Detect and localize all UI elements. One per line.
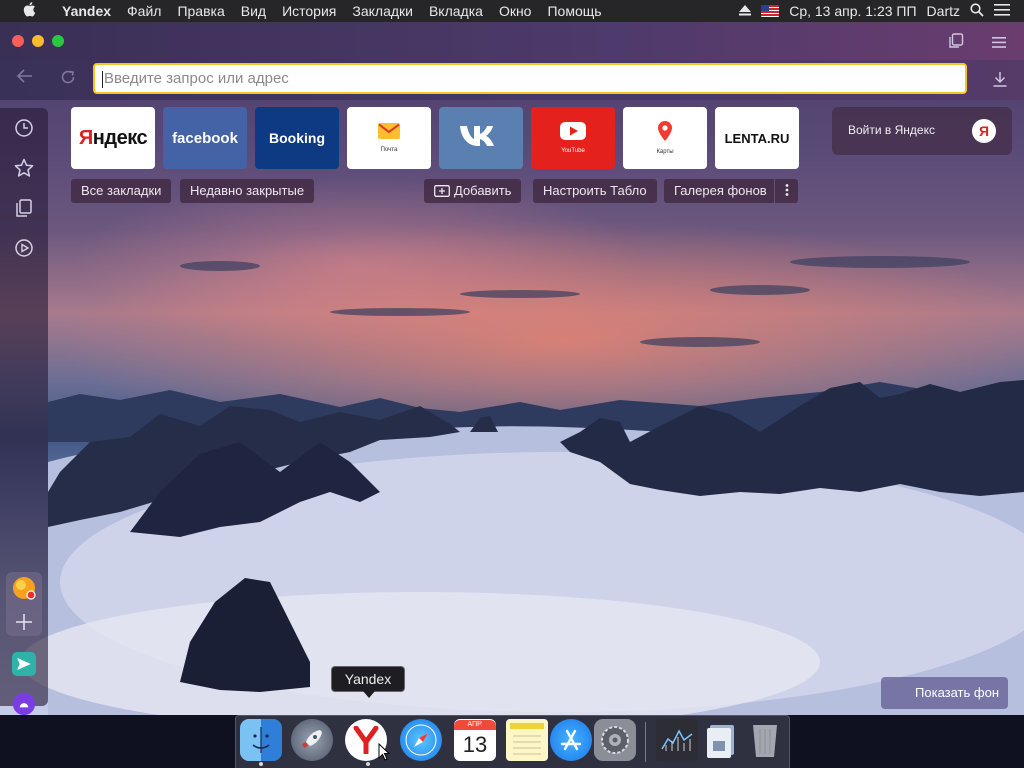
app-store-icon[interactable] (550, 719, 592, 761)
back-arrow-icon[interactable] (12, 68, 36, 89)
dock-tooltip: Yandex (331, 666, 405, 698)
address-input[interactable]: Введите запрос или адрес (93, 63, 967, 94)
tile-maps[interactable]: Карты (623, 107, 707, 169)
yandex-logo-icon: Я (972, 119, 996, 143)
menu-edit[interactable]: Правка (169, 3, 232, 19)
window-titlebar (0, 22, 1024, 60)
notification-center-icon[interactable] (994, 3, 1010, 19)
tile-yandex[interactable]: Яндекс (71, 107, 155, 169)
minimize-window-icon[interactable] (32, 35, 44, 47)
all-bookmarks-button[interactable]: Все закладки (71, 179, 172, 203)
finder-running-indicator (259, 762, 263, 766)
customize-tableau-button[interactable]: Настроить Табло (533, 179, 657, 203)
tile-yandex-label: Яндекс (78, 126, 148, 150)
add-tile-button[interactable]: Добавить (424, 179, 522, 205)
calendar-day: 13 (462, 732, 488, 757)
add-tile-label: Добавить (454, 183, 512, 198)
tile-yandex-rest: ндекс (92, 126, 148, 149)
menu-history[interactable]: История (274, 3, 344, 19)
browser-window: Введите запрос или адрес Яндекс facebook… (0, 22, 1024, 715)
weather-widget-icon[interactable] (12, 576, 36, 600)
background-gallery-button[interactable]: Галерея фонов (664, 179, 774, 203)
tile-facebook[interactable]: facebook (163, 107, 247, 169)
menu-app-name[interactable]: Yandex (54, 3, 119, 19)
recently-closed-button[interactable]: Недавно закрытые (180, 179, 315, 203)
tile-yandex-first-letter: Я (78, 126, 93, 149)
clock[interactable]: Ср, 13 апр. 1:23 ПП (789, 3, 916, 19)
add-tile-icon (434, 181, 450, 205)
calendar-icon[interactable]: АПР. 13 (454, 719, 496, 761)
collections-icon[interactable] (12, 196, 36, 220)
menu-window[interactable]: Окно (491, 3, 540, 19)
downloads-icon[interactable] (992, 71, 1008, 92)
address-placeholder: Введите запрос или адрес (104, 70, 289, 87)
tile-mail[interactable]: Почта (347, 107, 431, 169)
show-background-button[interactable]: Показать фон (881, 677, 1008, 709)
text-caret (102, 70, 103, 88)
sidebar (0, 108, 48, 715)
user-name[interactable]: Dartz (927, 3, 960, 19)
youtube-play-icon (560, 122, 586, 145)
tile-booking[interactable]: Booking (255, 107, 339, 169)
dock-separator (645, 722, 646, 762)
tile-lenta-label: LENTA.RU (724, 130, 790, 146)
calendar-month: АПР. (454, 720, 496, 730)
browser-menu-icon[interactable] (992, 35, 1006, 53)
mail-envelope-icon (378, 123, 400, 144)
menu-bookmarks[interactable]: Закладки (344, 3, 421, 19)
finder-icon[interactable] (240, 719, 282, 761)
apple-icon[interactable] (20, 1, 38, 21)
vk-logo-icon (458, 123, 504, 154)
trash-icon[interactable] (744, 719, 786, 761)
launchpad-icon[interactable] (291, 719, 333, 761)
notes-icon[interactable] (506, 719, 548, 761)
menu-bar: Yandex Файл Правка Вид История Закладки … (0, 0, 1024, 22)
address-bar-row: Введите запрос или адрес (0, 60, 1024, 100)
tile-lenta[interactable]: LENTA.RU (715, 107, 799, 169)
history-icon[interactable] (12, 116, 36, 140)
reload-icon[interactable] (56, 68, 80, 91)
more-options-icon[interactable] (775, 179, 798, 203)
menu-help[interactable]: Помощь (539, 3, 609, 19)
tile-youtube[interactable]: YouTube (531, 107, 615, 169)
login-label: Войти в Яндекс (848, 123, 935, 137)
tile-vk[interactable] (439, 107, 523, 169)
eject-icon[interactable] (739, 3, 752, 19)
maximize-window-icon[interactable] (52, 35, 64, 47)
bookmarks-star-icon[interactable] (12, 156, 36, 180)
alice-assistant-icon[interactable] (12, 692, 36, 715)
map-pin-icon (658, 121, 672, 146)
system-preferences-icon[interactable] (594, 719, 636, 761)
menu-view[interactable]: Вид (233, 3, 274, 19)
tile-mail-label: Почта (380, 147, 398, 153)
menu-file[interactable]: Файл (119, 3, 169, 19)
safari-icon[interactable] (400, 719, 442, 761)
yandex-running-indicator (366, 762, 370, 766)
close-window-icon[interactable] (12, 35, 24, 47)
documents-stack-icon[interactable] (700, 719, 742, 761)
video-play-icon[interactable] (12, 236, 36, 260)
messenger-icon[interactable] (12, 652, 36, 676)
tab-manager-icon[interactable] (948, 33, 964, 54)
spotlight-search-icon[interactable] (970, 2, 984, 20)
tile-youtube-label: YouTube (561, 148, 585, 154)
flag-icon[interactable] (761, 5, 780, 17)
login-yandex-button[interactable]: Войти в Яндекс Я (832, 107, 1012, 155)
stocks-chart-icon[interactable] (656, 719, 698, 761)
menu-tab[interactable]: Вкладка (421, 3, 491, 19)
tile-maps-label: Карты (656, 149, 674, 155)
tile-facebook-label: facebook (172, 129, 238, 147)
mouse-cursor-icon (378, 742, 391, 766)
add-widget-icon[interactable] (12, 610, 36, 634)
tile-booking-label: Booking (269, 130, 325, 146)
